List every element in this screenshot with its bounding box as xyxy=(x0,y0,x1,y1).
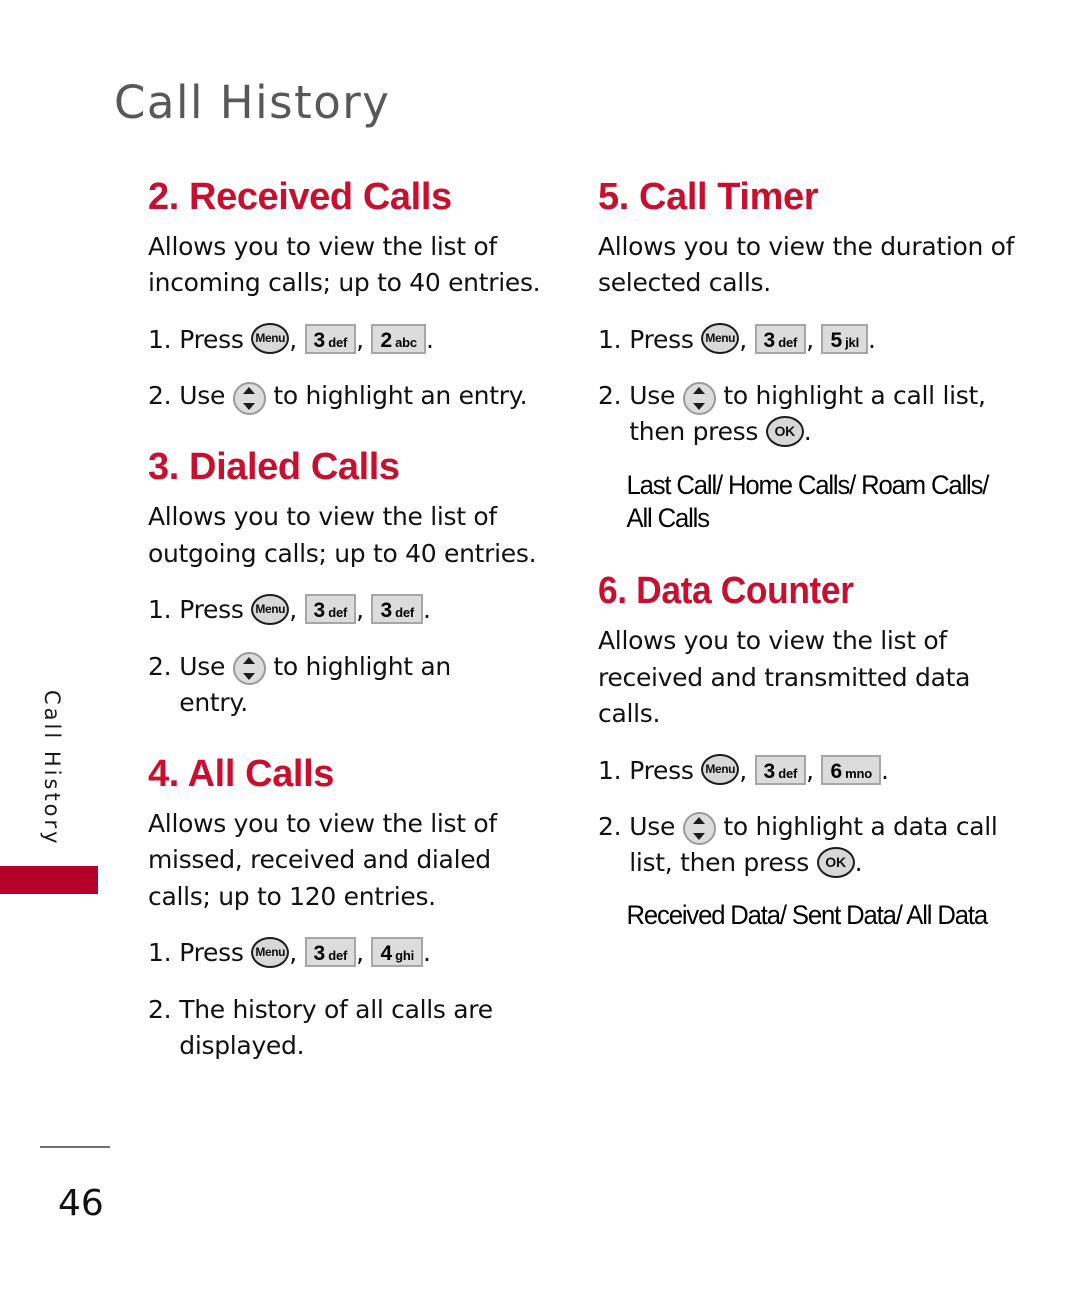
navigation-key-icon xyxy=(682,812,716,846)
step-dialed-calls-1: 1. Press Menu, 3 def, 3 def. xyxy=(148,592,560,628)
comma: , xyxy=(289,324,297,354)
keypad-key-3-icon: 3 def xyxy=(304,937,357,968)
step-number: 2. xyxy=(148,994,172,1024)
step-data-counter-1: 1. Press Menu, 3 def, 6 mno. xyxy=(598,753,1018,789)
comma: , xyxy=(806,324,814,354)
step-number: 2. xyxy=(148,381,172,411)
comma: , xyxy=(356,595,364,625)
step-verb: Use xyxy=(179,381,226,411)
step-text: The history of all calls are displayed. xyxy=(179,994,493,1060)
period: . xyxy=(880,755,889,785)
menu-key-icon: Menu xyxy=(251,936,290,968)
comma: , xyxy=(356,938,364,968)
step-received-calls-1: 1. Press Menu, 3 def, 2 abc. xyxy=(148,322,560,358)
menu-key-icon: Menu xyxy=(701,323,740,355)
options-call-timer: Last Call/ Home Calls/ Roam Calls/ All C… xyxy=(626,469,990,534)
page-number: 46 xyxy=(58,1183,104,1224)
heading-dialed-calls: 3. Dialed Calls xyxy=(148,446,400,489)
keypad-key-5-icon: 5 jkl xyxy=(821,323,868,354)
keypad-key-2-icon: 2 abc xyxy=(371,323,426,354)
description-call-timer: Allows you to view the duration of selec… xyxy=(598,231,1015,298)
keypad-key-3-icon: 3 def xyxy=(754,323,807,354)
section-call-timer: 5. Call Timer Allows you to view the dur… xyxy=(598,176,1018,536)
comma: , xyxy=(289,595,297,625)
step-verb: Use xyxy=(629,811,676,841)
period: . xyxy=(803,417,812,447)
step-number: 2. xyxy=(598,381,622,411)
heading-data-counter: 6. Data Counter xyxy=(598,570,854,613)
menu-key-icon: Menu xyxy=(701,754,740,786)
navigation-key-icon xyxy=(232,381,266,415)
side-tab-label: Call History xyxy=(40,690,64,847)
keypad-key-3-icon: 3 def xyxy=(371,594,424,625)
description-dialed-calls: Allows you to view the list of outgoing … xyxy=(148,502,537,568)
description-data-counter: Allows you to view the list of received … xyxy=(598,626,971,729)
step-verb: Press xyxy=(179,595,244,625)
step-number: 2. xyxy=(148,651,172,681)
section-received-calls: 2. Received Calls Allows you to view the… xyxy=(148,176,560,415)
step-verb: Press xyxy=(179,324,244,354)
heading-received-calls: 2. Received Calls xyxy=(148,176,452,218)
step-received-calls-2: 2. Use to highlight an entry. xyxy=(148,378,560,415)
step-number: 1. xyxy=(148,938,172,968)
side-tab-color-block xyxy=(0,866,98,894)
heading-call-timer: 5. Call Timer xyxy=(598,176,819,218)
step-number: 2. xyxy=(598,811,622,841)
period: . xyxy=(423,938,431,968)
step-data-counter-2: 2. Use to highlight a data call list, th… xyxy=(598,809,1018,882)
step-verb: Press xyxy=(629,755,694,785)
keypad-key-3-icon: 3 def xyxy=(754,754,807,785)
section-data-counter: 6. Data Counter Allows you to view the l… xyxy=(598,570,1018,933)
left-column: 2. Received Calls Allows you to view the… xyxy=(148,176,560,1065)
step-call-timer-1: 1. Press Menu, 3 def, 5 jkl. xyxy=(598,322,1018,358)
heading-all-calls: 4. All Calls xyxy=(148,753,334,796)
ok-key-icon: OK xyxy=(765,415,804,447)
comma: , xyxy=(739,324,747,354)
step-dialed-calls-2: 2. Use to highlight an entry. xyxy=(148,649,560,722)
step-text: to highlight an entry. xyxy=(273,381,528,411)
ok-key-icon: OK xyxy=(816,846,855,878)
navigation-key-icon xyxy=(232,652,266,686)
comma: , xyxy=(356,324,364,354)
step-number: 1. xyxy=(148,595,172,625)
comma: , xyxy=(806,755,814,785)
step-verb: Use xyxy=(629,381,676,411)
keypad-key-3-icon: 3 def xyxy=(304,323,357,354)
step-verb: Press xyxy=(179,938,244,968)
step-number: 1. xyxy=(148,324,172,354)
menu-key-icon: Menu xyxy=(251,323,290,355)
period: . xyxy=(867,324,876,354)
step-all-calls-1: 1. Press Menu, 3 def, 4 ghi. xyxy=(148,935,560,971)
step-verb: Use xyxy=(179,651,226,681)
section-all-calls: 4. All Calls Allows you to view the list… xyxy=(148,753,560,1065)
step-verb: Press xyxy=(629,324,694,354)
period: . xyxy=(425,324,434,354)
comma: , xyxy=(289,938,297,968)
comma: , xyxy=(739,755,747,785)
keypad-key-3-icon: 3 def xyxy=(304,594,357,625)
description-all-calls: Allows you to view the list of missed, r… xyxy=(148,808,497,911)
keypad-key-4-icon: 4 ghi xyxy=(371,937,424,968)
menu-key-icon: Menu xyxy=(251,593,290,625)
step-number: 1. xyxy=(598,324,622,354)
period: . xyxy=(854,848,863,878)
navigation-key-icon xyxy=(682,381,716,415)
options-data-counter: Received Data/ Sent Data/ All Data xyxy=(626,900,989,931)
footer-rule xyxy=(40,1146,110,1148)
step-all-calls-2: 2. The history of all calls are displaye… xyxy=(148,992,560,1065)
keypad-key-6-icon: 6 mno xyxy=(821,754,881,785)
right-column: 5. Call Timer Allows you to view the dur… xyxy=(598,176,1018,933)
section-dialed-calls: 3. Dialed Calls Allows you to view the l… xyxy=(148,446,560,722)
period: . xyxy=(423,595,431,625)
step-number: 1. xyxy=(598,755,622,785)
side-tab: Call History xyxy=(0,640,100,900)
step-call-timer-2: 2. Use to highlight a call list, then pr… xyxy=(598,378,1018,451)
page-title: Call History xyxy=(114,76,391,129)
description-received-calls: Allows you to view the list of incoming … xyxy=(148,231,541,298)
